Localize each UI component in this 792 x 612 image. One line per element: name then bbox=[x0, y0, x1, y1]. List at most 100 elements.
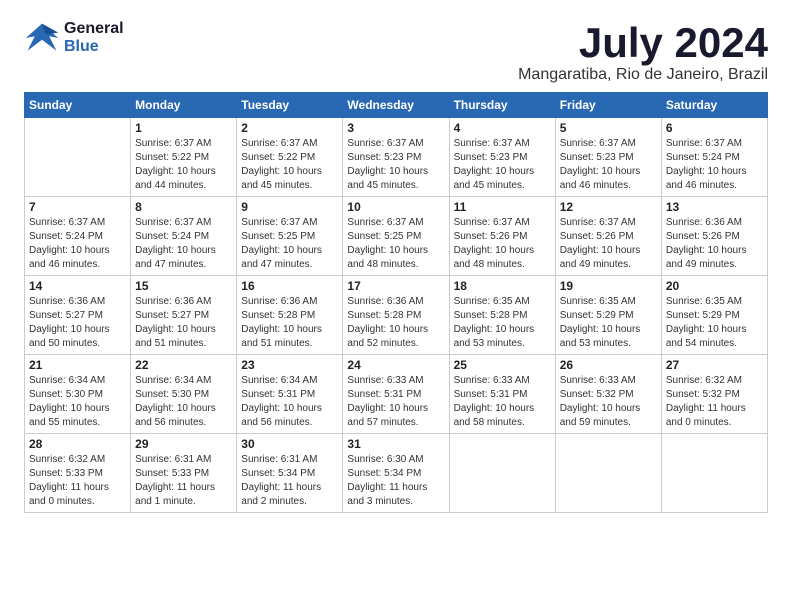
day-info: Sunrise: 6:35 AM Sunset: 5:29 PM Dayligh… bbox=[560, 295, 657, 351]
day-number: 23 bbox=[241, 358, 338, 372]
calendar-cell: 10 Sunrise: 6:37 AM Sunset: 5:25 PM Dayli… bbox=[343, 197, 449, 276]
day-info: Sunrise: 6:37 AM Sunset: 5:25 PM Dayligh… bbox=[347, 216, 444, 272]
calendar-cell: 14Sunrise: 6:36 AM Sunset: 5:27 PM Dayli… bbox=[25, 276, 131, 355]
calendar-cell: 29 Sunrise: 6:31 AM Sunset: 5:33 PM Dayli… bbox=[131, 434, 237, 513]
day-info: Sunrise: 6:34 AM Sunset: 5:30 PM Dayligh… bbox=[135, 374, 232, 430]
day-number: 19 bbox=[560, 279, 657, 293]
day-number: 7 bbox=[29, 200, 126, 214]
calendar-cell: 25Sunrise: 6:33 AM Sunset: 5:31 PM Dayli… bbox=[449, 355, 555, 434]
logo-icon bbox=[24, 20, 60, 56]
day-info: Sunrise: 6:32 AM Sunset: 5:32 PM Dayligh… bbox=[666, 374, 763, 430]
calendar-week-row: 28 Sunrise: 6:32 AM Sunset: 5:33 PM Dayli… bbox=[25, 434, 768, 513]
day-info: Sunrise: 6:32 AM Sunset: 5:33 PM Dayligh… bbox=[29, 453, 126, 509]
day-number: 25 bbox=[454, 358, 551, 372]
calendar-cell: 7 Sunrise: 6:37 AM Sunset: 5:24 PM Daylig… bbox=[25, 197, 131, 276]
day-number: 9 bbox=[241, 200, 338, 214]
day-info: Sunrise: 6:37 AM Sunset: 5:23 PM Dayligh… bbox=[347, 137, 444, 193]
day-number: 31 bbox=[347, 437, 444, 451]
day-info: Sunrise: 6:31 AM Sunset: 5:33 PM Dayligh… bbox=[135, 453, 232, 509]
day-number: 15 bbox=[135, 279, 232, 293]
col-header-monday: Monday bbox=[131, 93, 237, 118]
calendar-cell: 23 Sunrise: 6:34 AM Sunset: 5:31 PM Dayli… bbox=[237, 355, 343, 434]
day-info: Sunrise: 6:36 AM Sunset: 5:27 PM Dayligh… bbox=[29, 295, 126, 351]
day-info: Sunrise: 6:37 AM Sunset: 5:26 PM Dayligh… bbox=[454, 216, 551, 272]
day-info: Sunrise: 6:36 AM Sunset: 5:27 PM Dayligh… bbox=[135, 295, 232, 351]
day-number: 2 bbox=[241, 121, 338, 135]
calendar-week-row: 14Sunrise: 6:36 AM Sunset: 5:27 PM Dayli… bbox=[25, 276, 768, 355]
day-info: Sunrise: 6:37 AM Sunset: 5:24 PM Dayligh… bbox=[666, 137, 763, 193]
calendar-cell: 21Sunrise: 6:34 AM Sunset: 5:30 PM Dayli… bbox=[25, 355, 131, 434]
calendar-cell: 3 Sunrise: 6:37 AM Sunset: 5:23 PM Daylig… bbox=[343, 118, 449, 197]
calendar-cell: 31 Sunrise: 6:30 AM Sunset: 5:34 PM Dayli… bbox=[343, 434, 449, 513]
col-header-friday: Friday bbox=[555, 93, 661, 118]
day-info: Sunrise: 6:36 AM Sunset: 5:28 PM Dayligh… bbox=[347, 295, 444, 351]
day-number: 10 bbox=[347, 200, 444, 214]
calendar-cell: 1 Sunrise: 6:37 AM Sunset: 5:22 PM Daylig… bbox=[131, 118, 237, 197]
calendar-cell: 20 Sunrise: 6:35 AM Sunset: 5:29 PM Dayli… bbox=[661, 276, 767, 355]
day-info: Sunrise: 6:33 AM Sunset: 5:31 PM Dayligh… bbox=[347, 374, 444, 430]
calendar-week-row: 1 Sunrise: 6:37 AM Sunset: 5:22 PM Daylig… bbox=[25, 118, 768, 197]
day-number: 3 bbox=[347, 121, 444, 135]
day-number: 8 bbox=[135, 200, 232, 214]
day-number: 13 bbox=[666, 200, 763, 214]
day-info: Sunrise: 6:36 AM Sunset: 5:28 PM Dayligh… bbox=[241, 295, 338, 351]
col-header-tuesday: Tuesday bbox=[237, 93, 343, 118]
day-info: Sunrise: 6:37 AM Sunset: 5:23 PM Dayligh… bbox=[454, 137, 551, 193]
calendar-cell: 19 Sunrise: 6:35 AM Sunset: 5:29 PM Dayli… bbox=[555, 276, 661, 355]
calendar-cell: 13Sunrise: 6:36 AM Sunset: 5:26 PM Dayli… bbox=[661, 197, 767, 276]
calendar-cell bbox=[661, 434, 767, 513]
calendar-cell: 28 Sunrise: 6:32 AM Sunset: 5:33 PM Dayli… bbox=[25, 434, 131, 513]
logo-text: General Blue bbox=[64, 20, 124, 56]
day-info: Sunrise: 6:37 AM Sunset: 5:25 PM Dayligh… bbox=[241, 216, 338, 272]
calendar-cell: 11 Sunrise: 6:37 AM Sunset: 5:26 PM Dayli… bbox=[449, 197, 555, 276]
calendar-table: SundayMondayTuesdayWednesdayThursdayFrid… bbox=[24, 92, 768, 513]
title-area: July 2024 Mangaratiba, Rio de Janeiro, B… bbox=[518, 20, 768, 84]
day-info: Sunrise: 6:35 AM Sunset: 5:29 PM Dayligh… bbox=[666, 295, 763, 351]
day-number: 24 bbox=[347, 358, 444, 372]
day-number: 11 bbox=[454, 200, 551, 214]
calendar-cell: 22 Sunrise: 6:34 AM Sunset: 5:30 PM Dayli… bbox=[131, 355, 237, 434]
day-info: Sunrise: 6:37 AM Sunset: 5:24 PM Dayligh… bbox=[29, 216, 126, 272]
day-number: 27 bbox=[666, 358, 763, 372]
day-info: Sunrise: 6:34 AM Sunset: 5:31 PM Dayligh… bbox=[241, 374, 338, 430]
col-header-wednesday: Wednesday bbox=[343, 93, 449, 118]
day-number: 20 bbox=[666, 279, 763, 293]
month-title: July 2024 bbox=[518, 20, 768, 66]
day-number: 29 bbox=[135, 437, 232, 451]
calendar-cell: 26Sunrise: 6:33 AM Sunset: 5:32 PM Dayli… bbox=[555, 355, 661, 434]
calendar-cell: 17 Sunrise: 6:36 AM Sunset: 5:28 PM Dayli… bbox=[343, 276, 449, 355]
day-number: 22 bbox=[135, 358, 232, 372]
day-number: 30 bbox=[241, 437, 338, 451]
calendar-header-row: SundayMondayTuesdayWednesdayThursdayFrid… bbox=[25, 93, 768, 118]
calendar-cell: 18Sunrise: 6:35 AM Sunset: 5:28 PM Dayli… bbox=[449, 276, 555, 355]
day-info: Sunrise: 6:33 AM Sunset: 5:32 PM Dayligh… bbox=[560, 374, 657, 430]
day-number: 5 bbox=[560, 121, 657, 135]
calendar-cell: 6 Sunrise: 6:37 AM Sunset: 5:24 PM Daylig… bbox=[661, 118, 767, 197]
calendar-cell: 24 Sunrise: 6:33 AM Sunset: 5:31 PM Dayli… bbox=[343, 355, 449, 434]
calendar-cell: 15 Sunrise: 6:36 AM Sunset: 5:27 PM Dayli… bbox=[131, 276, 237, 355]
calendar-cell bbox=[25, 118, 131, 197]
day-info: Sunrise: 6:37 AM Sunset: 5:22 PM Dayligh… bbox=[135, 137, 232, 193]
calendar-cell: 12Sunrise: 6:37 AM Sunset: 5:26 PM Dayli… bbox=[555, 197, 661, 276]
calendar-cell: 8Sunrise: 6:37 AM Sunset: 5:24 PM Daylig… bbox=[131, 197, 237, 276]
calendar-cell: 9 Sunrise: 6:37 AM Sunset: 5:25 PM Daylig… bbox=[237, 197, 343, 276]
location-subtitle: Mangaratiba, Rio de Janeiro, Brazil bbox=[518, 66, 768, 84]
col-header-sunday: Sunday bbox=[25, 93, 131, 118]
col-header-saturday: Saturday bbox=[661, 93, 767, 118]
day-info: Sunrise: 6:30 AM Sunset: 5:34 PM Dayligh… bbox=[347, 453, 444, 509]
day-number: 17 bbox=[347, 279, 444, 293]
calendar-cell bbox=[555, 434, 661, 513]
day-number: 28 bbox=[29, 437, 126, 451]
logo: General Blue bbox=[24, 20, 124, 56]
calendar-cell: 27 Sunrise: 6:32 AM Sunset: 5:32 PM Dayli… bbox=[661, 355, 767, 434]
calendar-cell: 5Sunrise: 6:37 AM Sunset: 5:23 PM Daylig… bbox=[555, 118, 661, 197]
col-header-thursday: Thursday bbox=[449, 93, 555, 118]
day-number: 16 bbox=[241, 279, 338, 293]
calendar-cell bbox=[449, 434, 555, 513]
day-number: 18 bbox=[454, 279, 551, 293]
calendar-week-row: 21 Sunrise: 6:34 AM Sunset: 5:30 PM Dayli… bbox=[25, 355, 768, 434]
day-number: 1 bbox=[135, 121, 232, 135]
day-number: 21 bbox=[29, 358, 126, 372]
calendar-cell: 2Sunrise: 6:37 AM Sunset: 5:22 PM Daylig… bbox=[237, 118, 343, 197]
day-number: 6 bbox=[666, 121, 763, 135]
